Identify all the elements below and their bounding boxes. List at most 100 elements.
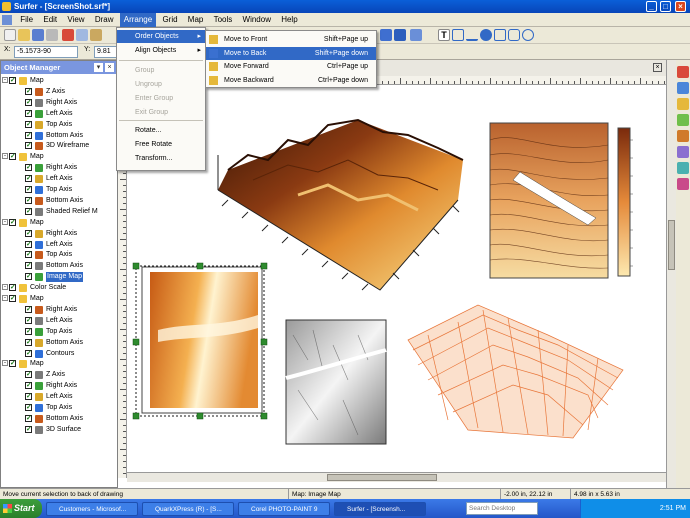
rounded-rect-tool-icon[interactable]	[508, 29, 520, 41]
menu-arrange[interactable]: Arrange	[119, 13, 157, 27]
horizontal-scrollbar[interactable]	[127, 472, 666, 482]
polygon-tool-icon[interactable]	[452, 29, 464, 41]
arrange-menu-item[interactable]: Order Objects ▸	[117, 30, 205, 43]
task-customers[interactable]: Customers - Microsof...	[46, 502, 138, 516]
visibility-checkbox[interactable]: ✓	[25, 109, 32, 117]
visibility-checkbox[interactable]: ✓	[25, 393, 32, 401]
visibility-checkbox[interactable]: ✓	[9, 153, 16, 161]
collapse-toggle-icon[interactable]: -	[2, 77, 8, 83]
visibility-checkbox[interactable]: ✓	[25, 87, 32, 95]
visibility-checkbox[interactable]: ✓	[25, 262, 32, 270]
horizontal-scroll-thumb[interactable]	[327, 474, 437, 481]
arrange-menu-item[interactable]: Rotate...	[117, 124, 205, 137]
visibility-checkbox[interactable]: ✓	[25, 371, 32, 379]
polyline-tool-icon[interactable]	[466, 29, 478, 41]
menu-window[interactable]: Window	[239, 13, 275, 27]
visibility-checkbox[interactable]: ✓	[9, 218, 16, 226]
menu-view[interactable]: View	[63, 13, 88, 27]
vertical-scrollbar[interactable]	[666, 60, 676, 488]
visibility-checkbox[interactable]: ✓	[25, 273, 32, 281]
maximize-button[interactable]: □	[660, 1, 671, 12]
visibility-checkbox[interactable]: ✓	[25, 164, 32, 172]
visibility-checkbox[interactable]: ✓	[25, 196, 32, 204]
visibility-checkbox[interactable]: ✓	[9, 284, 16, 292]
pan-icon[interactable]	[410, 29, 422, 41]
visibility-checkbox[interactable]: ✓	[9, 360, 16, 368]
task-quarkxpress[interactable]: QuarkXPress (R) - [S...	[142, 502, 234, 516]
arrange-menu-item[interactable]: Transform...	[117, 152, 205, 165]
menu-file[interactable]: File	[16, 13, 37, 27]
visibility-checkbox[interactable]: ✓	[25, 142, 32, 150]
open-icon[interactable]	[18, 29, 30, 41]
paste-icon[interactable]	[90, 29, 102, 41]
minimize-button[interactable]: _	[646, 1, 657, 12]
contour-map[interactable]	[489, 122, 633, 279]
cut-icon[interactable]	[62, 29, 74, 41]
rotate-icon[interactable]	[380, 29, 392, 41]
visibility-checkbox[interactable]: ✓	[25, 98, 32, 106]
collapse-toggle-icon[interactable]: -	[2, 295, 8, 301]
tool-icon-8[interactable]	[677, 178, 689, 190]
tool-icon-1[interactable]	[677, 66, 689, 78]
menu-edit[interactable]: Edit	[39, 13, 61, 27]
visibility-checkbox[interactable]: ✓	[25, 175, 32, 183]
tool-icon-6[interactable]	[677, 146, 689, 158]
visibility-checkbox[interactable]: ✓	[25, 240, 32, 248]
menu-grid[interactable]: Grid	[158, 13, 181, 27]
text-tool-icon[interactable]: T	[438, 29, 450, 41]
order-menu-item[interactable]: Move Backward Ctrl+Page down	[206, 74, 376, 87]
visibility-checkbox[interactable]: ✓	[25, 131, 32, 139]
menu-help[interactable]: Help	[277, 13, 301, 27]
tool-icon-5[interactable]	[677, 130, 689, 142]
3d-wireframe-map[interactable]	[217, 118, 464, 291]
desktop-search-input[interactable]: Search Desktop	[466, 502, 538, 515]
visibility-checkbox[interactable]: ✓	[25, 207, 32, 215]
visibility-checkbox[interactable]: ✓	[25, 338, 32, 346]
order-menu-item[interactable]: Move Forward Ctrl+Page up	[206, 60, 376, 73]
menu-map[interactable]: Map	[184, 13, 208, 27]
visibility-checkbox[interactable]: ✓	[25, 327, 32, 335]
visibility-checkbox[interactable]: ✓	[25, 251, 32, 259]
3d-surface-map[interactable]	[407, 304, 624, 439]
y-coordinate-field[interactable]: 9.81	[94, 46, 118, 58]
visibility-checkbox[interactable]: ✓	[25, 404, 32, 411]
zoom-icon[interactable]	[394, 29, 406, 41]
visibility-checkbox[interactable]: ✓	[25, 229, 32, 237]
visibility-checkbox[interactable]: ✓	[25, 120, 32, 128]
save-icon[interactable]	[32, 29, 44, 41]
panel-close-icon[interactable]: ×	[105, 63, 114, 72]
visibility-checkbox[interactable]: ✓	[25, 382, 32, 390]
visibility-checkbox[interactable]: ✓	[9, 77, 16, 84]
visibility-checkbox[interactable]: ✓	[25, 425, 32, 433]
print-icon[interactable]	[46, 29, 58, 41]
visibility-checkbox[interactable]: ✓	[25, 414, 32, 422]
collapse-toggle-icon[interactable]: -	[2, 153, 8, 160]
shaded-relief-map[interactable]	[285, 319, 387, 445]
collapse-toggle-icon[interactable]: -	[2, 218, 8, 225]
order-menu-item[interactable]: Move to Back Shift+Page down	[206, 46, 376, 60]
menu-draw[interactable]: Draw	[91, 13, 118, 27]
visibility-checkbox[interactable]: ✓	[9, 295, 16, 302]
visibility-checkbox[interactable]: ✓	[25, 349, 32, 357]
arrange-menu-item[interactable]: Free Rotate	[117, 138, 205, 151]
menu-tools[interactable]: Tools	[210, 13, 237, 27]
copy-icon[interactable]	[76, 29, 88, 41]
tool-icon-4[interactable]	[677, 114, 689, 126]
x-coordinate-field[interactable]: -5.1573-90	[14, 46, 78, 58]
task-corel-photo-paint[interactable]: Corel PHOTO-PAINT 9	[238, 502, 330, 516]
symbol-tool-icon[interactable]	[480, 29, 492, 41]
visibility-checkbox[interactable]: ✓	[25, 316, 32, 324]
visibility-checkbox[interactable]: ✓	[25, 186, 32, 193]
collapse-toggle-icon[interactable]: -	[2, 284, 8, 291]
tool-icon-2[interactable]	[677, 82, 689, 94]
arrange-menu-item[interactable]: Align Objects ▸	[117, 44, 205, 57]
ellipse-tool-icon[interactable]	[522, 29, 534, 41]
rectangle-tool-icon[interactable]	[494, 29, 506, 41]
visibility-checkbox[interactable]: ✓	[25, 305, 32, 313]
collapse-toggle-icon[interactable]: -	[2, 360, 8, 367]
new-icon[interactable]	[4, 29, 16, 41]
order-menu-item[interactable]: Move to Front Shift+Page up	[206, 33, 376, 46]
vertical-scroll-thumb[interactable]	[668, 220, 675, 270]
task-surfer[interactable]: Surfer - [Screensh...	[334, 502, 426, 516]
pin-icon[interactable]: ▾	[94, 63, 103, 72]
